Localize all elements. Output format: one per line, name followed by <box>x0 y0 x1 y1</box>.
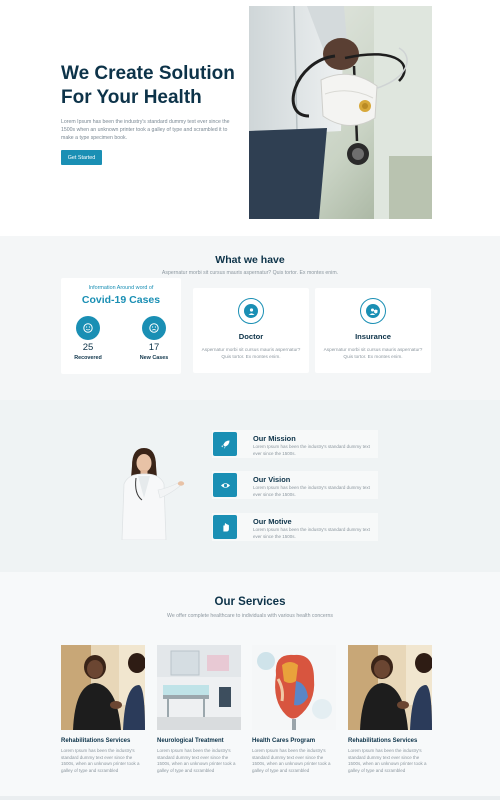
rehabilitation-image-2[interactable] <box>348 645 432 730</box>
doctor-card[interactable]: Doctor Aspernatur morbi sit cursus mauri… <box>193 288 309 373</box>
new-cases-label: New Cases <box>139 355 169 361</box>
services-section: Our Services We offer complete healthcar… <box>0 572 500 800</box>
motive-title: Our Motive <box>253 517 292 526</box>
hero-title-line-1: We Create Solution <box>61 63 235 84</box>
insurance-card[interactable]: Insurance Aspernatur morbi sit cursus ma… <box>315 288 431 373</box>
new-cases-icon <box>142 316 166 340</box>
doctor-holding-mask-illustration <box>249 6 432 219</box>
vision-item: Our Vision Lorem Ipsum has been the indu… <box>212 471 378 499</box>
rehabilitation-image[interactable] <box>61 645 145 730</box>
footer-edge <box>0 796 500 800</box>
what-we-have-section: What we have Aspernatur morbi sit cursus… <box>0 236 500 400</box>
insurance-card-description: Aspernatur morbi sit cursus mauris asper… <box>323 347 423 359</box>
covid-title: Covid-19 Cases <box>81 294 161 306</box>
hand-icon <box>213 515 237 539</box>
health-care-program-image[interactable] <box>252 645 336 730</box>
mission-title: Our Mission <box>253 434 296 443</box>
service-1-title[interactable]: Rehabilitations Services <box>61 738 151 744</box>
rocket-icon <box>213 432 237 456</box>
mission-section: Our Mission Lorem Ipsum has been the ind… <box>0 400 500 572</box>
vision-text: Lorem Ipsum has been the industry's stan… <box>253 485 370 497</box>
insurance-icon <box>360 298 386 324</box>
covid-card: Information Around word of Covid-19 Case… <box>61 278 181 374</box>
insurance-card-title: Insurance <box>355 332 391 341</box>
doctor-card-description: Aspernatur morbi sit cursus mauris asper… <box>201 347 301 359</box>
get-started-button[interactable]: Get Started <box>61 150 102 165</box>
service-4-title[interactable]: Rehabilitations Services <box>348 738 438 744</box>
what-we-have-title: What we have <box>215 254 285 266</box>
female-doctor-image <box>118 446 188 541</box>
service-2-description: Lorem Ipsum has been the industry's stan… <box>157 748 236 773</box>
service-3-description: Lorem Ipsum has been the industry's stan… <box>252 748 331 773</box>
doctor-icon <box>238 298 264 324</box>
recovered-label: Recovered <box>74 355 102 361</box>
motive-text: Lorem Ipsum has been the industry's stan… <box>253 527 370 539</box>
vision-title: Our Vision <box>253 475 291 484</box>
covid-info-label: Information Around word of <box>88 285 154 291</box>
services-subtitle: We offer complete healthcare to individu… <box>167 613 333 619</box>
neurological-treatment-image[interactable] <box>157 645 241 730</box>
hero-image <box>249 6 432 219</box>
service-2-title[interactable]: Neurological Treatment <box>157 738 247 744</box>
eye-icon <box>213 473 237 497</box>
motive-item: Our Motive Lorem Ipsum has been the indu… <box>212 513 378 541</box>
what-we-have-subtitle: Aspernatur morbi sit cursus mauris asper… <box>161 270 339 276</box>
recovered-icon <box>76 316 100 340</box>
doctor-card-title: Doctor <box>238 332 264 341</box>
hero-title-line-2: For Your Health <box>61 87 202 108</box>
services-title: Our Services <box>214 596 286 608</box>
recovered-count: 25 <box>82 342 94 353</box>
mission-text: Lorem Ipsum has been the industry's stan… <box>253 444 370 456</box>
hero-section: We Create Solution For Your Health Lorem… <box>0 0 500 236</box>
service-1-description: Lorem Ipsum has been the industry's stan… <box>61 748 140 773</box>
new-cases-count: 17 <box>148 342 160 353</box>
service-4-description: Lorem Ipsum has been the industry's stan… <box>348 748 427 773</box>
service-3-title[interactable]: Health Cares Program <box>252 738 342 744</box>
hero-title: We Create Solution For Your Health <box>61 62 251 110</box>
mission-item: Our Mission Lorem Ipsum has been the ind… <box>212 430 378 458</box>
hero-description: Lorem Ipsum has been the industry's stan… <box>61 119 230 141</box>
